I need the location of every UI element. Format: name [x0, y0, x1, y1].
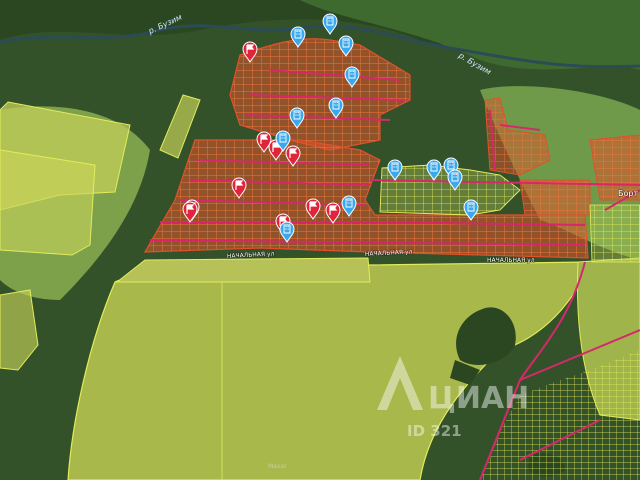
- satellite-map[interactable]: р. Бузим р. Бузим НАЧАЛЬНАЯ ул НАЧАЛЬНАЯ…: [0, 0, 640, 480]
- map-canvas: р. Бузим р. Бузим НАЧАЛЬНАЯ ул НАЧАЛЬНАЯ…: [0, 0, 640, 480]
- watermark-id: ID 321: [407, 422, 462, 440]
- watermark-text: ЦИАН: [428, 381, 529, 416]
- street-label-3: НАЧАЛЬНАЯ ул: [487, 257, 535, 264]
- zone-west-2: [0, 149, 96, 256]
- plots-east-3: [519, 179, 591, 216]
- attribution: Maxar: [268, 463, 287, 470]
- plots-east-4: [589, 204, 640, 263]
- place-label: Борт: [618, 189, 638, 198]
- zone-strip: [115, 257, 371, 283]
